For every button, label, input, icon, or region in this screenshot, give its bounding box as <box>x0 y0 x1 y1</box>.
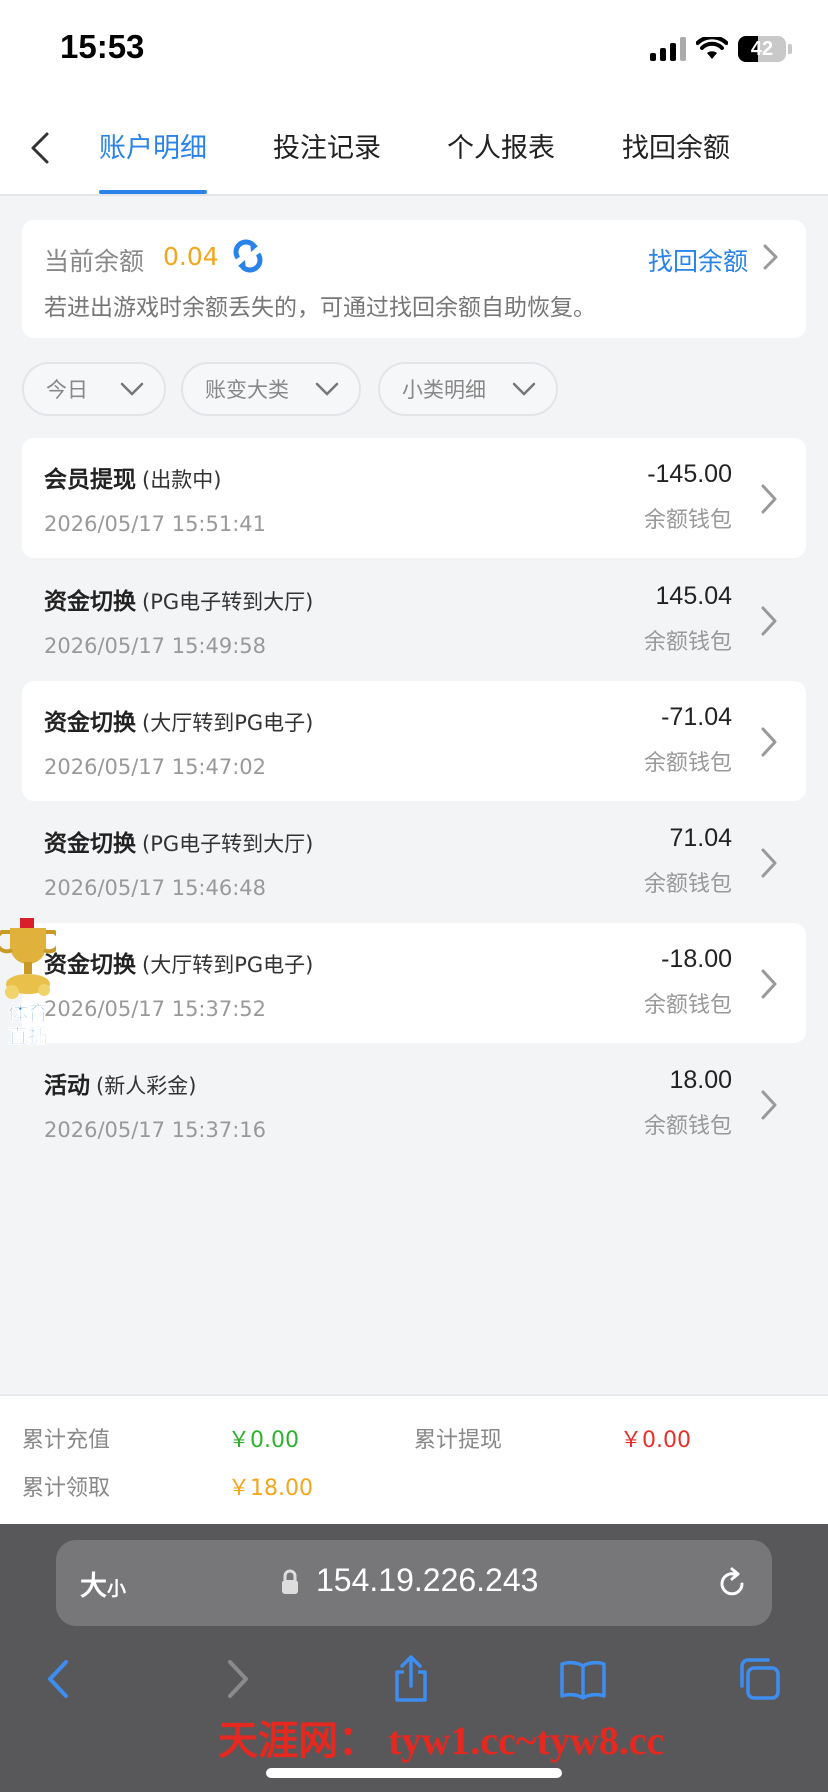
record-title: 资金切换 <box>44 589 136 615</box>
record-wallet: 余额钱包 <box>643 508 732 533</box>
record-wallet: 余额钱包 <box>643 993 732 1018</box>
cellular-signal-icon <box>650 37 686 61</box>
record-wallet: 余额钱包 <box>643 751 732 776</box>
record-row[interactable]: 资金切换 (大厅转到PG电子) 2026/05/17 15:47:02 -71.0… <box>22 681 806 801</box>
record-amount: 145.04 <box>655 582 732 610</box>
tab-personal-report[interactable]: 个人报表 <box>447 126 555 186</box>
total-recharge-value: ￥0.00 <box>228 1428 299 1453</box>
recover-balance-link[interactable]: 找回余额 <box>648 242 748 278</box>
back-arrow-icon[interactable] <box>22 128 62 168</box>
record-subtitle: (新人彩金) <box>96 1074 197 1098</box>
record-title: 会员提现 <box>44 467 136 493</box>
address-bar[interactable]: 大小 154.19.226.243 <box>56 1540 772 1626</box>
record-amount: 18.00 <box>669 1066 732 1094</box>
sports-live-label: 体育 直播 <box>8 1001 49 1048</box>
record-date: 2026/05/17 15:47:02 <box>44 755 267 779</box>
bookmarks-icon[interactable] <box>558 1654 608 1704</box>
chevron-down-icon <box>512 382 536 396</box>
record-title: 资金切换 <box>44 952 136 978</box>
filter-date-dropdown[interactable]: 今日 <box>22 362 166 416</box>
wifi-icon <box>696 37 728 59</box>
url-text: 154.19.226.243 <box>316 1562 539 1598</box>
tab-bet-records[interactable]: 投注记录 <box>273 126 381 186</box>
chevron-right-icon[interactable] <box>758 242 782 272</box>
balance-value: 0.04 <box>163 242 219 271</box>
record-subtitle: (PG电子转到大厅) <box>142 590 314 614</box>
watermark-text: 天涯网： tyw1.cc~tyw8.cc <box>218 1718 665 1763</box>
record-subtitle: (大厅转到PG电子) <box>142 711 314 735</box>
record-date: 2026/05/17 15:49:58 <box>44 634 267 658</box>
lock-icon <box>282 1569 298 1594</box>
record-amount: -18.00 <box>661 945 732 973</box>
record-wallet: 余额钱包 <box>643 1114 732 1139</box>
total-claim-label: 累计领取 <box>22 1476 111 1501</box>
record-subtitle: (大厅转到PG电子) <box>142 953 314 977</box>
status-icons: 42 <box>650 34 792 64</box>
record-date: 2026/05/17 15:37:16 <box>44 1118 267 1142</box>
chevron-right-icon <box>761 727 777 757</box>
share-icon[interactable] <box>386 1654 436 1704</box>
filter-subcategory-dropdown[interactable]: 小类明细 <box>378 362 558 416</box>
record-amount: -71.04 <box>661 703 732 731</box>
text-size-button[interactable]: 大小 <box>80 1564 126 1603</box>
record-wallet: 余额钱包 <box>643 630 732 655</box>
chevron-right-icon <box>761 848 777 878</box>
battery-level: 42 <box>750 37 774 60</box>
filter-date-label: 今日 <box>46 378 88 402</box>
record-row[interactable]: 资金切换 (PG电子转到大厅) 2026/05/17 15:49:58 145.0… <box>22 560 806 680</box>
filter-subcategory-label: 小类明细 <box>402 378 486 402</box>
balance-label: 当前余额 <box>44 247 145 276</box>
tab-account-details[interactable]: 账户明细 <box>99 126 207 186</box>
tab-recover-balance[interactable]: 找回余额 <box>622 126 730 186</box>
record-amount: 71.04 <box>669 824 732 852</box>
browser-toolbar: 大小 154.19.226.243 天涯网： tyw1.cc~tyw8.cc <box>0 1524 828 1792</box>
tab-header: 账户明细 投注记录 个人报表 找回余额 <box>0 100 828 196</box>
tabs-icon[interactable] <box>734 1654 784 1704</box>
record-subtitle: (PG电子转到大厅) <box>142 832 314 856</box>
sports-live-float-button[interactable]: 体育 直播 <box>0 916 62 1050</box>
active-tab-indicator <box>99 190 207 194</box>
filter-category-label: 账变大类 <box>205 378 289 402</box>
record-row[interactable]: 活动 (新人彩金) 2026/05/17 15:37:16 18.00 余额钱包 <box>22 1044 806 1164</box>
balance-card: 当前余额 0.04 找回余额 若进出游戏时余额丢失的，可通过找回余额自助恢复。 <box>22 220 806 338</box>
refresh-icon[interactable] <box>230 238 266 274</box>
battery-icon: 42 <box>738 36 786 62</box>
chevron-right-icon <box>761 1090 777 1120</box>
trophy-icon <box>0 918 62 999</box>
record-title: 资金切换 <box>44 831 136 857</box>
status-time: 15:53 <box>60 28 145 65</box>
record-amount: -145.00 <box>647 460 732 488</box>
balance-hint: 若进出游戏时余额丢失的，可通过找回余额自助恢复。 <box>44 295 596 321</box>
totals-panel: 累计充值 ￥0.00 累计提现 ￥0.00 累计领取 ￥18.00 <box>0 1394 828 1524</box>
record-row[interactable]: 会员提现 (出款中) 2026/05/17 15:51:41 -145.00 余额… <box>22 438 806 558</box>
record-date: 2026/05/17 15:46:48 <box>44 876 267 900</box>
record-wallet: 余额钱包 <box>643 872 732 897</box>
record-date: 2026/05/17 15:37:52 <box>44 997 267 1021</box>
total-recharge-label: 累计充值 <box>22 1428 111 1453</box>
total-withdraw-label: 累计提现 <box>414 1428 503 1453</box>
record-row[interactable]: 资金切换 (PG电子转到大厅) 2026/05/17 15:46:48 71.04… <box>22 802 806 922</box>
total-claim-value: ￥18.00 <box>228 1476 313 1501</box>
record-title: 资金切换 <box>44 710 136 736</box>
filter-category-dropdown[interactable]: 账变大类 <box>181 362 361 416</box>
chevron-right-icon <box>761 969 777 999</box>
status-bar: 15:53 42 <box>0 0 828 100</box>
chevron-down-icon <box>120 382 144 396</box>
chevron-right-icon <box>761 484 777 514</box>
record-title: 活动 <box>44 1073 90 1099</box>
browser-back-icon[interactable] <box>34 1654 84 1704</box>
chevron-down-icon <box>315 382 339 396</box>
total-withdraw-value: ￥0.00 <box>620 1428 691 1453</box>
battery-tip <box>788 44 792 54</box>
record-subtitle: (出款中) <box>142 468 222 492</box>
record-row[interactable]: 资金切换 (大厅转到PG电子) 2026/05/17 15:37:52 -18.0… <box>22 923 806 1043</box>
browser-forward-icon[interactable] <box>212 1654 262 1704</box>
record-date: 2026/05/17 15:51:41 <box>44 512 267 536</box>
reload-icon[interactable] <box>714 1566 750 1602</box>
home-indicator[interactable] <box>266 1768 562 1778</box>
chevron-right-icon <box>761 606 777 636</box>
